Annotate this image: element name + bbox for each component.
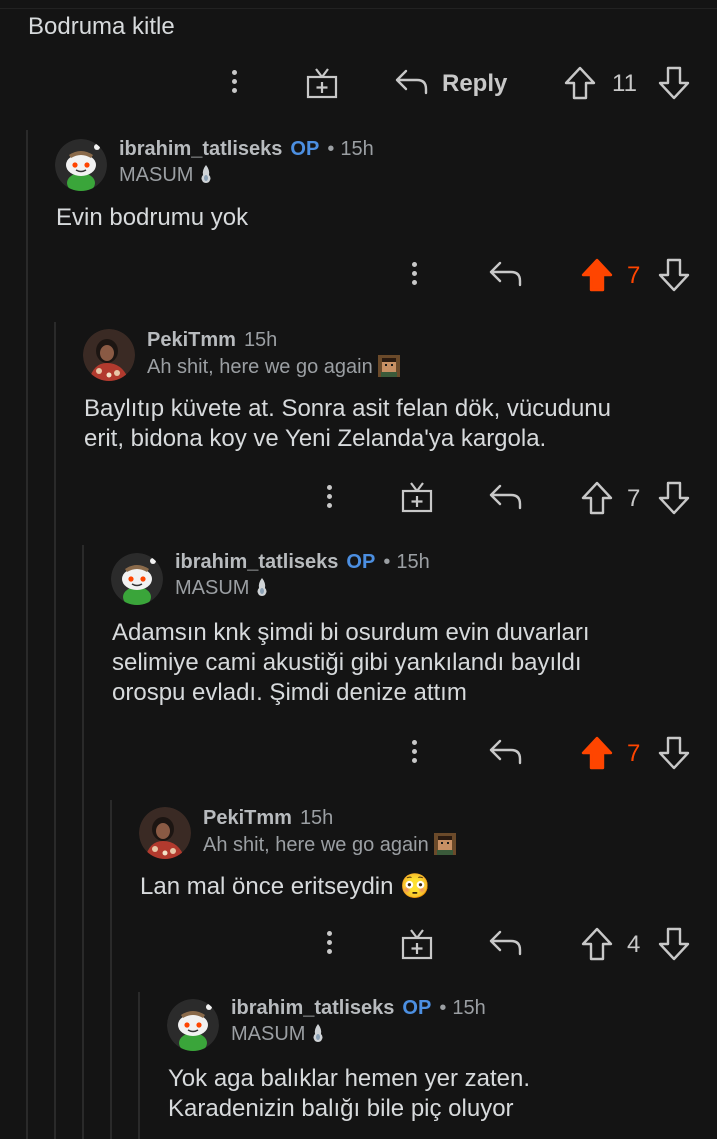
avatar[interactable] [55, 139, 107, 191]
flair-text: MASUM [175, 577, 250, 599]
reply-button[interactable]: Reply [442, 70, 507, 98]
username[interactable]: PekiTmm [147, 329, 236, 352]
photo-avatar-icon [139, 807, 191, 859]
comment-header: PekiTmm 15h [203, 807, 333, 830]
reply-arrow-icon[interactable] [487, 482, 523, 512]
upvote-arrow-icon[interactable] [563, 65, 597, 101]
vote-count: 7 [627, 740, 641, 767]
comment-body: Lan mal önce eritseydin 😳 [140, 873, 431, 900]
gift-award-icon[interactable] [400, 927, 434, 961]
timestamp: 15h [340, 138, 374, 160]
flair-text: Ah shit, here we go again [203, 834, 429, 856]
downvote-arrow-icon[interactable] [657, 926, 691, 962]
comment-header: ibrahim_tatliseks OP • 15h [119, 138, 374, 161]
upvote-arrow-icon[interactable] [580, 480, 614, 516]
snoo-avatar-icon [55, 139, 107, 191]
comment-body: Adamsın knk şimdi bi osurdum evin duvarl… [112, 619, 590, 706]
reply-arrow-icon[interactable] [393, 67, 429, 97]
upvote-arrow-icon[interactable] [580, 926, 614, 962]
vote-count: 7 [627, 485, 641, 512]
more-options-icon[interactable] [327, 927, 333, 958]
pixel-face-icon [434, 833, 457, 855]
more-options-icon[interactable] [412, 736, 418, 767]
flame-emoji-icon [257, 578, 267, 596]
user-flair: MASUM [119, 164, 213, 187]
user-flair: Ah shit, here we go again [203, 833, 457, 857]
comment-body: Bodruma kitle [28, 13, 175, 40]
username[interactable]: ibrahim_tatliseks [119, 138, 282, 161]
reply-arrow-icon[interactable] [487, 737, 523, 767]
thread-line-3[interactable] [82, 545, 84, 1139]
avatar[interactable] [111, 553, 163, 605]
flair-text: MASUM [231, 1023, 306, 1045]
downvote-arrow-icon[interactable] [657, 735, 691, 771]
comment-body: Yok aga balıklar hemen yer zaten. Karade… [168, 1065, 531, 1122]
separator: • [383, 551, 391, 573]
gift-award-icon[interactable] [305, 66, 339, 100]
flair-text: MASUM [119, 164, 194, 186]
timestamp: 15h [299, 807, 334, 829]
upvote-arrow-icon[interactable] [580, 257, 614, 293]
photo-avatar-icon [83, 329, 135, 381]
username[interactable]: ibrahim_tatliseks [175, 551, 338, 574]
top-divider [0, 0, 717, 9]
vote-count: 4 [627, 931, 641, 958]
thread-line-2[interactable] [54, 322, 56, 1139]
thread-line-4[interactable] [110, 800, 112, 1139]
user-flair: Ah shit, here we go again [147, 355, 401, 379]
upvote-arrow-icon[interactable] [580, 735, 614, 771]
op-badge: OP [346, 551, 376, 573]
user-flair: MASUM [175, 577, 269, 600]
snoo-avatar-icon [167, 999, 219, 1051]
downvote-arrow-icon[interactable] [657, 65, 691, 101]
downvote-arrow-icon[interactable] [657, 480, 691, 516]
op-badge: OP [402, 997, 432, 1019]
user-flair: MASUM [231, 1023, 325, 1046]
flame-emoji-icon [313, 1024, 323, 1042]
flair-text: Ah shit, here we go again [147, 356, 373, 378]
separator: • [439, 997, 447, 1019]
vote-count: 7 [627, 262, 641, 289]
pixel-face-icon [378, 355, 401, 377]
comment-header: ibrahim_tatliseks OP • 15h [175, 551, 430, 574]
avatar[interactable] [167, 999, 219, 1051]
separator: • [327, 138, 335, 160]
comment-header: PekiTmm 15h [147, 329, 277, 352]
flame-emoji-icon [201, 165, 211, 183]
more-options-icon[interactable] [232, 66, 238, 97]
timestamp: 15h [396, 551, 430, 573]
snoo-avatar-icon [111, 553, 163, 605]
avatar[interactable] [139, 807, 191, 859]
thread-line-5[interactable] [138, 992, 140, 1139]
reply-arrow-icon[interactable] [487, 259, 523, 289]
downvote-arrow-icon[interactable] [657, 257, 691, 293]
vote-count: 11 [612, 70, 637, 97]
more-options-icon[interactable] [327, 481, 333, 512]
more-options-icon[interactable] [412, 258, 418, 289]
gift-award-icon[interactable] [400, 480, 434, 514]
username[interactable]: PekiTmm [203, 807, 292, 830]
username[interactable]: ibrahim_tatliseks [231, 997, 394, 1020]
avatar[interactable] [83, 329, 135, 381]
comment-header: ibrahim_tatliseks OP • 15h [231, 997, 486, 1020]
op-badge: OP [290, 138, 320, 160]
timestamp: 15h [452, 997, 486, 1019]
reply-arrow-icon[interactable] [487, 928, 523, 958]
thread-line-1[interactable] [26, 130, 28, 1139]
comment-body: Evin bodrumu yok [56, 204, 249, 231]
timestamp: 15h [243, 329, 278, 351]
comment-body: Baylıtıp küvete at. Sonra asit felan dök… [84, 395, 611, 452]
